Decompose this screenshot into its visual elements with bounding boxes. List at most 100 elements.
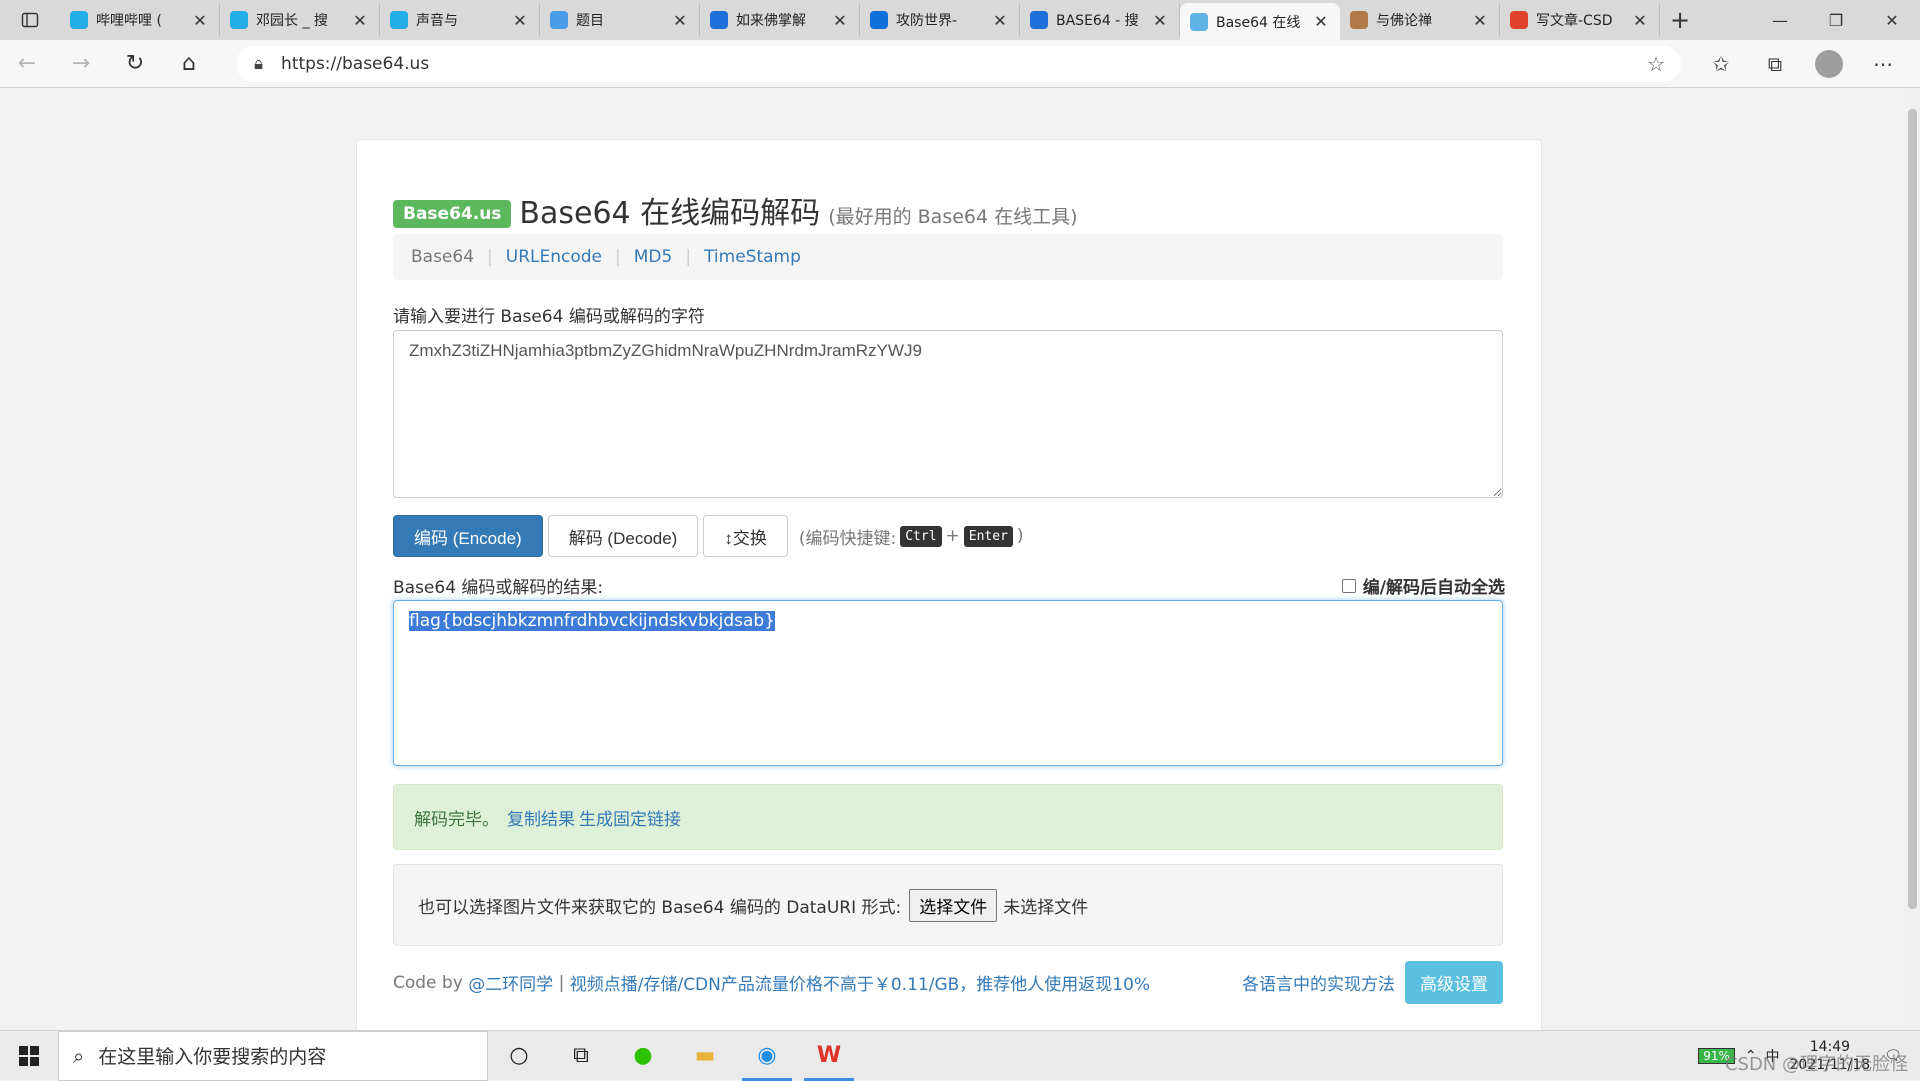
bilibili-icon (70, 11, 88, 29)
home-button[interactable]: ⌂ (162, 40, 216, 88)
close-window-button[interactable]: ✕ (1864, 0, 1920, 40)
tab-title: 与佛论禅 (1376, 13, 1432, 29)
permalink-link[interactable]: 生成固定链接 (579, 805, 681, 830)
browser-tab[interactable]: 写文章-CSD ✕ (1500, 3, 1660, 37)
page-title: Base64 在线编码解码 (519, 196, 821, 231)
encode-button[interactable]: 编码 (Encode) (393, 515, 543, 557)
start-button[interactable] (0, 1031, 58, 1081)
brand-badge[interactable]: Base64.us (393, 200, 512, 228)
edge-icon[interactable]: ◉ (736, 1031, 798, 1081)
minimize-button[interactable]: — (1752, 0, 1808, 40)
main-panel: Base64.us Base64 在线编码解码 (最好用的 Base64 在线工… (356, 139, 1542, 1030)
tab-title: 哔哩哔哩 ( (96, 13, 162, 29)
taskbar-search[interactable]: ⌕ 在这里输入你要搜索的内容 (58, 1030, 488, 1081)
file-picker-panel: 也可以选择图片文件来获取它的 Base64 编码的 DataURI 形式: 选择… (393, 864, 1503, 946)
bing-icon (710, 11, 728, 29)
browser-tab[interactable]: 声音与 ✕ (380, 3, 540, 37)
forward-button[interactable]: → (54, 40, 108, 88)
url-text: https://base64.us (281, 53, 430, 74)
page-subtitle: (最好用的 Base64 在线工具) (828, 206, 1078, 228)
bilibili-icon (390, 11, 408, 29)
collections-icon[interactable]: ⧉ (1748, 40, 1802, 88)
wechat-icon[interactable]: ● (612, 1031, 674, 1081)
new-tab-button[interactable]: + (1660, 0, 1700, 40)
page-viewport: Base64.us Base64 在线编码解码 (最好用的 Base64 在线工… (0, 89, 1905, 1030)
tab-close-icon[interactable]: ✕ (1151, 11, 1169, 30)
tab-title: 题目 (576, 13, 604, 29)
browser-tab[interactable]: BASE64 - 搜 ✕ (1020, 3, 1180, 37)
csdn-icon (1510, 11, 1528, 29)
footer-author-link[interactable]: @二环同学 (468, 970, 553, 995)
tab-close-icon[interactable]: ✕ (1471, 11, 1489, 30)
status-alert: 解码完毕。 复制结果 生成固定链接 (393, 784, 1503, 850)
footer-code-by: Code by (393, 972, 463, 993)
browser-tab[interactable]: 题目 ✕ (540, 3, 700, 37)
choose-file-button[interactable]: 选择文件 (909, 888, 998, 922)
nav-item-base64: Base64 (411, 247, 475, 267)
add-favorite-icon[interactable]: ☆ (1647, 52, 1665, 76)
footer-ad-link[interactable]: 视频点播/存储/CDN产品流量价格不高于￥0.11/GB，推荐他人使用返现10% (570, 970, 1150, 995)
auto-select-checkbox[interactable] (1341, 578, 1356, 593)
browser-tab[interactable]: Base64 在线 ✕ (1180, 3, 1340, 40)
task-view-icon[interactable]: ⧉ (550, 1031, 612, 1081)
lock-icon[interactable]: 🔒︎ (254, 54, 263, 74)
copy-result-link[interactable]: 复制结果 (507, 805, 575, 830)
browser-tab[interactable]: 哔哩哔哩 ( ✕ (60, 3, 220, 37)
wps-icon[interactable]: W (798, 1031, 860, 1081)
tab-close-icon[interactable]: ✕ (351, 11, 369, 30)
output-label: Base64 编码或解码的结果: (393, 578, 604, 598)
auto-select-toggle[interactable]: 编/解码后自动全选 (1341, 573, 1505, 598)
advanced-settings-button[interactable]: 高级设置 (1405, 961, 1503, 1004)
search-icon: ⌕ (73, 1043, 85, 1068)
base64-icon (1190, 12, 1208, 31)
tab-close-icon[interactable]: ✕ (1312, 12, 1330, 31)
browser-tab[interactable]: 与佛论禅 ✕ (1340, 3, 1500, 37)
decode-button[interactable]: 解码 (Decode) (547, 515, 699, 557)
tab-title: Base64 在线 (1216, 14, 1301, 31)
browser-tab[interactable]: 邓园长 _ 搜 ✕ (220, 3, 380, 37)
scrollbar-thumb[interactable] (1908, 109, 1917, 909)
restore-button[interactable]: ❐ (1808, 0, 1864, 40)
back-button[interactable]: ← (0, 40, 54, 88)
tab-title: 写文章-CSD (1536, 13, 1613, 29)
file-status: 未选择文件 (1003, 897, 1089, 918)
cortana-icon[interactable]: ○ (488, 1031, 550, 1081)
nav-item-urlencode[interactable]: URLEncode (506, 247, 602, 267)
browser-tab[interactable]: 攻防世界- ✕ (860, 3, 1020, 37)
page-scrollbar[interactable] (1905, 89, 1920, 1030)
avatar-icon (1350, 11, 1368, 29)
implementations-link[interactable]: 各语言中的实现方法 (1242, 970, 1395, 995)
shortcut-hint: (编码快捷键: Ctrl + Enter ) (798, 525, 1024, 549)
input-label: 请输入要进行 Base64 编码或解码的字符 (393, 307, 705, 327)
tab-actions-menu-icon[interactable] (0, 0, 60, 40)
tab-title: BASE64 - 搜 (1056, 13, 1139, 29)
tab-close-icon[interactable]: ✕ (191, 11, 209, 30)
page-footer: Code by @二环同学 | 视频点播/存储/CDN产品流量价格不高于￥0.1… (393, 961, 1503, 1004)
swap-button[interactable]: ↕交换 (703, 515, 788, 557)
profile-avatar[interactable] (1815, 49, 1843, 78)
window-controls: — ❐ ✕ (1752, 0, 1920, 40)
file-explorer-icon[interactable]: ▬ (674, 1031, 736, 1081)
address-bar[interactable]: 🔒︎ https://base64.us ☆ (236, 45, 1681, 82)
refresh-button[interactable]: ↻ (108, 40, 162, 88)
tab-title: 声音与 (416, 13, 458, 29)
settings-more-icon[interactable]: ⋯ (1856, 40, 1910, 88)
tab-close-icon[interactable]: ✕ (1631, 11, 1649, 30)
input-textarea[interactable]: ZmxhZ3tiZHNjamhia3ptbmZyZGhidmNraWpuZHNr… (393, 330, 1503, 498)
favorites-icon[interactable]: ✩ (1694, 40, 1748, 88)
page-header: Base64.us Base64 在线编码解码 (最好用的 Base64 在线工… (393, 188, 1078, 232)
tab-close-icon[interactable]: ✕ (831, 11, 849, 30)
tab-close-icon[interactable]: ✕ (511, 11, 529, 30)
taskbar: ⌕ 在这里输入你要搜索的内容 ○ ⧉ ● ▬ ◉ W 91% ⌃ 中 14:49… (0, 1030, 1920, 1081)
nav-item-timestamp[interactable]: TimeStamp (704, 247, 801, 267)
output-textarea[interactable]: flag{bdscjhbkzmnfrdhbvckijndskvbkjdsab} (393, 600, 1503, 766)
tab-close-icon[interactable]: ✕ (671, 11, 689, 30)
tab-close-icon[interactable]: ✕ (991, 11, 1009, 30)
tool-nav: Base64 | URLEncode | MD5 | TimeStamp (393, 234, 1503, 280)
status-message: 解码完毕。 (414, 809, 499, 830)
tab-title: 如来佛掌解 (736, 13, 806, 29)
nav-item-md5[interactable]: MD5 (634, 247, 673, 267)
watermark-text: CSDN @理字的无脸怪 (1724, 1054, 1908, 1075)
bing-icon (1030, 11, 1048, 29)
browser-tab[interactable]: 如来佛掌解 ✕ (700, 3, 860, 37)
